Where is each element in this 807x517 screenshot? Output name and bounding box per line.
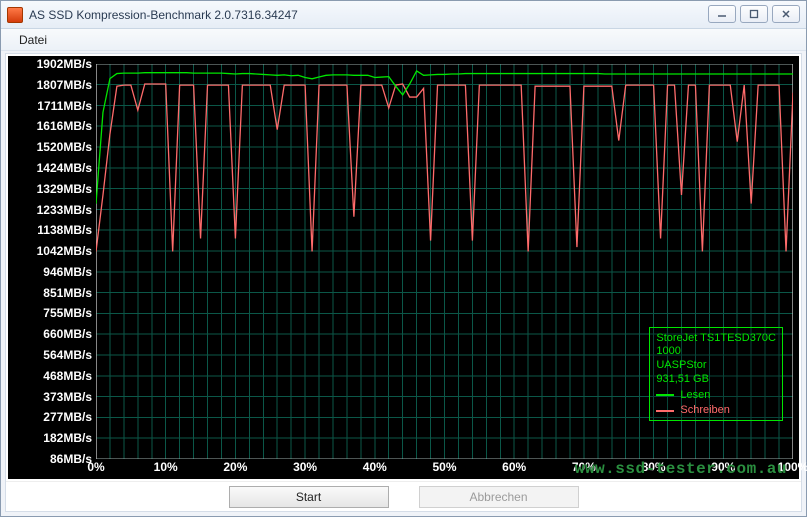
y-axis-tick: 564MB/s [43,349,92,361]
app-icon [7,7,23,23]
legend-read-label: Lesen [680,389,710,403]
y-axis-tick: 1329MB/s [37,183,92,195]
x-axis-tick: 50% [432,461,456,473]
menubar: Datei [1,29,806,51]
y-axis-tick: 660MB/s [43,328,92,340]
y-axis-tick: 1233MB/s [37,204,92,216]
chart-area: 1902MB/s 1807MB/s 1711MB/s 1616MB/s 1520MB/s… [8,56,799,479]
legend-capacity: 1000 [656,345,776,359]
menu-datei[interactable]: Datei [11,31,55,49]
maximize-button[interactable] [740,5,768,23]
y-axis-tick: 468MB/s [43,370,92,382]
y-axis-tick: 182MB/s [43,432,92,444]
start-button[interactable]: Start [229,486,389,508]
y-axis-tick: 86MB/s [50,453,92,465]
y-axis-labels: 1902MB/s1807MB/s1711MB/s1616MB/s1520MB/s… [8,64,94,459]
close-button[interactable] [772,5,800,23]
minimize-button[interactable] [708,5,736,23]
x-axis-tick: 40% [363,461,387,473]
titlebar: AS SSD Kompression-Benchmark 2.0.7316.34… [1,1,806,29]
y-axis-tick: 1807MB/s [37,79,92,91]
legend-write-label: Schreiben [680,404,730,418]
legend-device: StoreJet TS1TESD370C [656,332,776,346]
y-axis-tick: 946MB/s [43,266,92,278]
legend-controller: UASPStor [656,359,776,373]
y-axis-tick: 1424MB/s [37,162,92,174]
app-window: AS SSD Kompression-Benchmark 2.0.7316.34… [0,0,807,517]
y-axis-tick: 1902MB/s [37,58,92,70]
close-icon [781,9,791,19]
y-axis-tick: 1520MB/s [37,141,92,153]
y-axis-tick: 755MB/s [43,307,92,319]
chart-plot: StoreJet TS1TESD370C 1000 UASPStor 931,5… [96,64,793,459]
y-axis-tick: 1711MB/s [37,100,92,112]
legend-read-row: Lesen [656,389,776,403]
y-axis-tick: 1138MB/s [37,224,92,236]
window-title: AS SSD Kompression-Benchmark 2.0.7316.34… [29,8,298,22]
x-axis-tick: 30% [293,461,317,473]
x-axis-tick: 60% [502,461,526,473]
y-axis-tick: 277MB/s [43,411,92,423]
x-axis-tick: 10% [154,461,178,473]
client-area: 1902MB/s 1807MB/s 1711MB/s 1616MB/s 1520MB/s… [5,53,802,512]
legend-box: StoreJet TS1TESD370C 1000 UASPStor 931,5… [649,327,783,422]
window-controls [708,5,800,23]
y-axis-tick: 373MB/s [43,391,92,403]
legend-size: 931,51 GB [656,373,776,387]
abort-button[interactable]: Abbrechen [419,486,579,508]
button-bar: Start Abbrechen [6,481,801,511]
minimize-icon [717,9,727,19]
y-axis-tick: 1616MB/s [37,120,92,132]
legend-write-swatch [656,410,674,412]
y-axis-tick: 1042MB/s [37,245,92,257]
legend-write-row: Schreiben [656,404,776,418]
y-axis-tick: 851MB/s [43,287,92,299]
legend-read-swatch [656,394,674,396]
x-axis-tick: 20% [223,461,247,473]
watermark: www.ssd-tester.com.au [575,461,787,477]
x-axis-tick: 0% [87,461,104,473]
maximize-icon [749,9,759,19]
